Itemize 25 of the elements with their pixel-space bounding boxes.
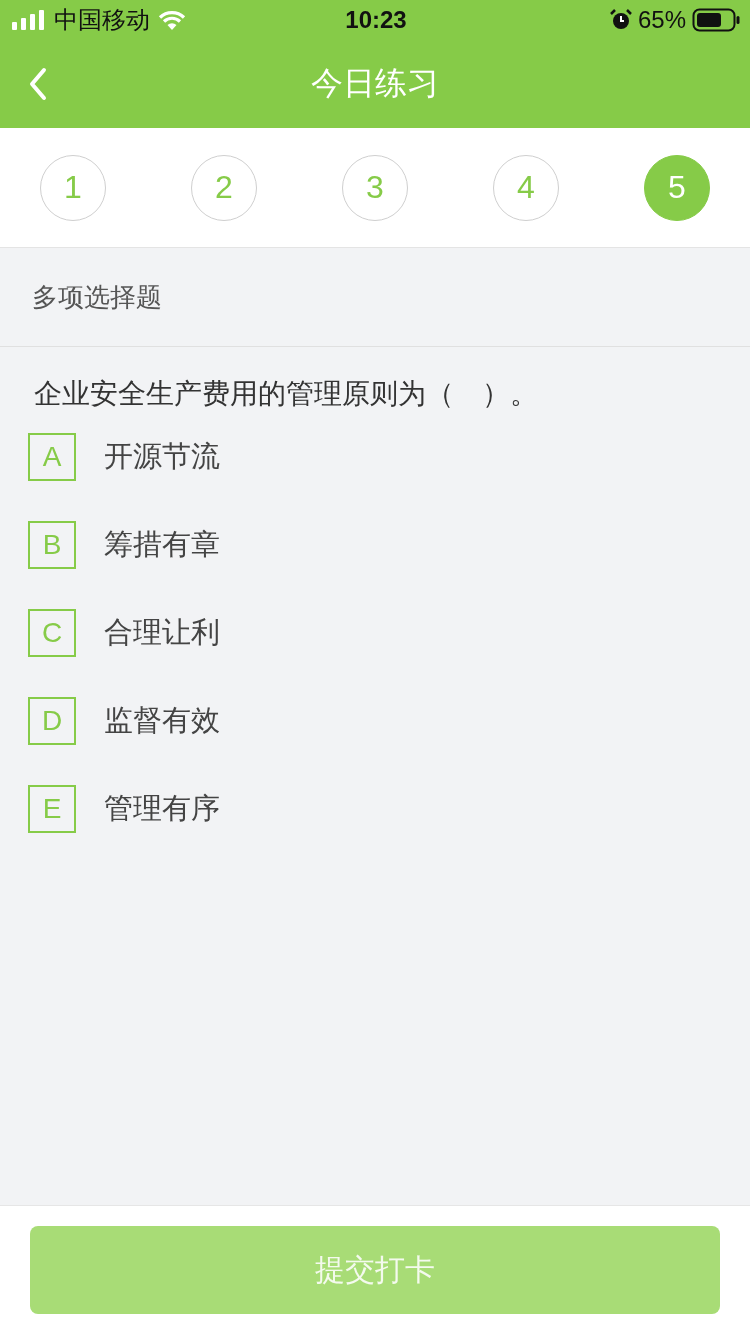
- question-type-label: 多项选择题: [32, 280, 162, 314]
- option-letter-box[interactable]: A: [28, 433, 76, 481]
- option-text[interactable]: 管理有序: [104, 789, 220, 829]
- option-text[interactable]: 监督有效: [104, 701, 220, 741]
- wifi-icon: [158, 10, 186, 30]
- option-letter-box[interactable]: B: [28, 521, 76, 569]
- option-text[interactable]: 开源节流: [104, 437, 220, 477]
- question-number-tab[interactable]: 1: [40, 154, 106, 221]
- option-text[interactable]: 筹措有章: [104, 525, 220, 565]
- battery-percentage: 65%: [637, 6, 686, 34]
- question-number-tab[interactable]: 2: [191, 154, 257, 221]
- question-text: 企业安全生产费用的管理原则为（ ）。: [33, 377, 539, 411]
- carrier-name: 中国移动: [54, 5, 150, 35]
- battery-icon: [692, 8, 740, 32]
- clock-time: 10:23: [345, 6, 407, 34]
- option-letter-box[interactable]: D: [28, 697, 76, 745]
- signal-icon: [12, 10, 46, 30]
- option-letter-box[interactable]: C: [28, 609, 76, 657]
- alarm-clock-icon: [609, 9, 632, 31]
- question-number-tab[interactable]: 5: [644, 154, 710, 221]
- option-letter-box[interactable]: E: [28, 785, 76, 833]
- option-text[interactable]: 合理让利: [104, 613, 220, 653]
- question-number-tab[interactable]: 3: [342, 154, 408, 221]
- page-title: 今日练习: [311, 64, 439, 103]
- question-number-tab[interactable]: 4: [493, 154, 559, 221]
